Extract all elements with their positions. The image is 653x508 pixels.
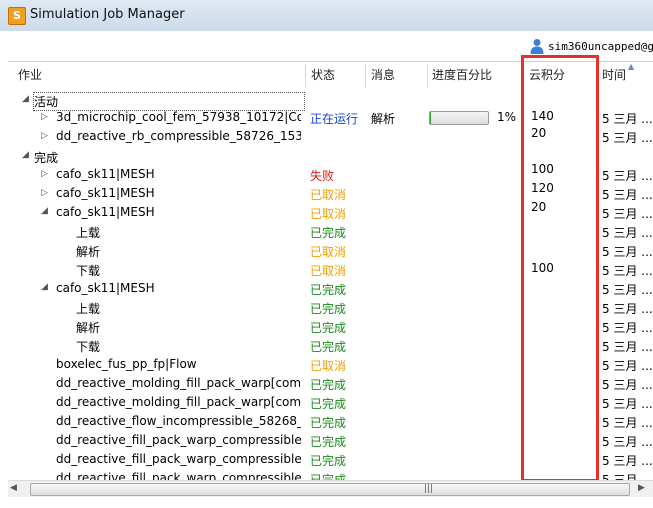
collapsed-triangle-icon[interactable]: ▷ xyxy=(41,112,48,122)
task-name: 解析 xyxy=(76,245,101,259)
task-name: 下载 xyxy=(76,264,101,278)
time-cell: 5 三月 ... xyxy=(602,397,653,411)
time-cell: 5 三月 ... xyxy=(602,340,653,354)
column-header-status[interactable]: 状态 xyxy=(311,66,335,83)
job-manager-window: S Simulation Job Manager sim360uncapped@… xyxy=(0,0,653,508)
window-title: Simulation Job Manager xyxy=(30,7,185,22)
time-cell: 5 三月 ... xyxy=(602,226,653,240)
time-cell: 5 三月 ... xyxy=(602,131,653,145)
time-cell: 5 三月 ... xyxy=(602,245,653,259)
collapsed-triangle-icon[interactable]: ▷ xyxy=(41,169,48,179)
status-cell: 失败 xyxy=(310,169,335,183)
time-cell: 5 三月 ... xyxy=(602,321,653,335)
credits-column-highlight xyxy=(521,55,599,482)
job-name: boxelec_fus_pp_fp|Flow xyxy=(56,357,197,371)
task-name: 解析 xyxy=(76,321,101,335)
column-divider[interactable] xyxy=(365,64,366,88)
job-name: 3d_microchip_cool_fem_57938_10172|Co... xyxy=(56,110,301,124)
time-cell: 5 三月 ... xyxy=(602,359,653,373)
time-cell: 5 三月 ... xyxy=(602,435,653,449)
status-cell: 已完成 xyxy=(310,454,347,468)
status-cell: 已完成 xyxy=(310,340,347,354)
user-account-name[interactable]: sim360uncapped@gm· xyxy=(548,40,653,53)
status-cell: 已取消 xyxy=(310,359,347,373)
expanded-triangle-icon[interactable]: ◢ xyxy=(41,282,48,292)
app-logo-icon: S xyxy=(8,7,26,25)
status-cell: 已取消 xyxy=(310,264,347,278)
collapsed-triangle-icon[interactable]: ▷ xyxy=(41,131,48,141)
progress-bar-fill xyxy=(430,112,431,124)
time-cell: 5 三月 ... xyxy=(602,169,653,183)
status-cell: 正在运行 xyxy=(310,112,359,126)
time-cell: 5 三月 ... xyxy=(602,416,653,430)
progress-percent: 1% xyxy=(497,110,517,124)
column-header-job[interactable]: 作业 xyxy=(18,66,42,83)
column-header-time[interactable]: 时间 xyxy=(602,66,626,83)
scrollbar-thumb[interactable]: ||| xyxy=(30,483,630,496)
status-cell: 已取消 xyxy=(310,245,347,259)
message-cell: 解析 xyxy=(371,112,396,126)
column-header-message[interactable]: 消息 xyxy=(371,66,395,83)
sort-ascending-icon: ▲ xyxy=(628,62,635,71)
time-cell: 5 三月 ... xyxy=(602,454,653,468)
status-cell: 已取消 xyxy=(310,188,347,202)
task-name: 下载 xyxy=(76,340,101,354)
time-cell: 5 三月 ... xyxy=(602,264,653,278)
time-cell: 5 三月 ... xyxy=(602,207,653,221)
scroll-left-icon[interactable]: ◀ xyxy=(10,483,22,495)
group-label: 活动 xyxy=(33,92,305,111)
time-cell: 5 三月 ... xyxy=(602,283,653,297)
status-cell: 已完成 xyxy=(310,226,347,240)
job-name: cafo_sk11|MESH xyxy=(56,281,155,295)
job-name: cafo_sk11|MESH xyxy=(56,205,155,219)
expanded-triangle-icon[interactable]: ◢ xyxy=(22,94,29,104)
task-name: 上载 xyxy=(76,226,101,240)
status-cell: 已完成 xyxy=(310,283,347,297)
job-name: cafo_sk11|MESH xyxy=(56,186,155,200)
title-bar: S Simulation Job Manager xyxy=(0,0,653,32)
status-cell: 已完成 xyxy=(310,321,347,335)
status-cell: 已取消 xyxy=(310,207,347,221)
job-name: dd_reactive_fill_pack_warp_compressible.… xyxy=(56,452,301,466)
status-cell: 已完成 xyxy=(310,397,347,411)
time-cell: 5 三月 ... xyxy=(602,302,653,316)
time-cell: 5 三月 ... xyxy=(602,112,653,126)
group-label: 完成 xyxy=(34,151,59,165)
time-cell: 5 三月 ... xyxy=(602,473,653,480)
grip-icon: ||| xyxy=(424,484,434,494)
status-cell: 已完成 xyxy=(310,378,347,392)
task-name: 上载 xyxy=(76,302,101,316)
expanded-triangle-icon[interactable]: ◢ xyxy=(41,206,48,216)
job-name: dd_reactive_molding_fill_pack_warp[com..… xyxy=(56,395,301,409)
job-name: dd_reactive_flow_incompressible_58268_..… xyxy=(56,414,301,428)
column-divider[interactable] xyxy=(427,64,428,88)
status-cell: 已完成 xyxy=(310,435,347,449)
time-cell: 5 三月 ... xyxy=(602,188,653,202)
status-cell: 已完成 xyxy=(310,416,347,430)
collapsed-triangle-icon[interactable]: ▷ xyxy=(41,188,48,198)
user-icon[interactable] xyxy=(530,38,544,54)
scroll-right-icon[interactable]: ▶ xyxy=(638,483,650,495)
time-cell: 5 三月 ... xyxy=(602,378,653,392)
job-name: cafo_sk11|MESH xyxy=(56,167,155,181)
progress-bar xyxy=(429,111,489,125)
column-header-progress[interactable]: 进度百分比 xyxy=(432,66,492,83)
status-cell: 已完成 xyxy=(310,302,347,316)
job-name: dd_reactive_fill_pack_warp_compressible_… xyxy=(56,471,301,480)
job-name: dd_reactive_fill_pack_warp_compressible.… xyxy=(56,433,301,447)
expanded-triangle-icon[interactable]: ◢ xyxy=(22,150,29,160)
horizontal-scrollbar[interactable]: ◀ ||| ▶ xyxy=(8,480,653,497)
status-cell: 已完成 xyxy=(310,473,347,480)
column-divider[interactable] xyxy=(305,64,306,88)
job-name: dd_reactive_molding_fill_pack_warp[com..… xyxy=(56,376,301,390)
job-name: dd_reactive_rb_compressible_58726_153... xyxy=(56,129,301,143)
